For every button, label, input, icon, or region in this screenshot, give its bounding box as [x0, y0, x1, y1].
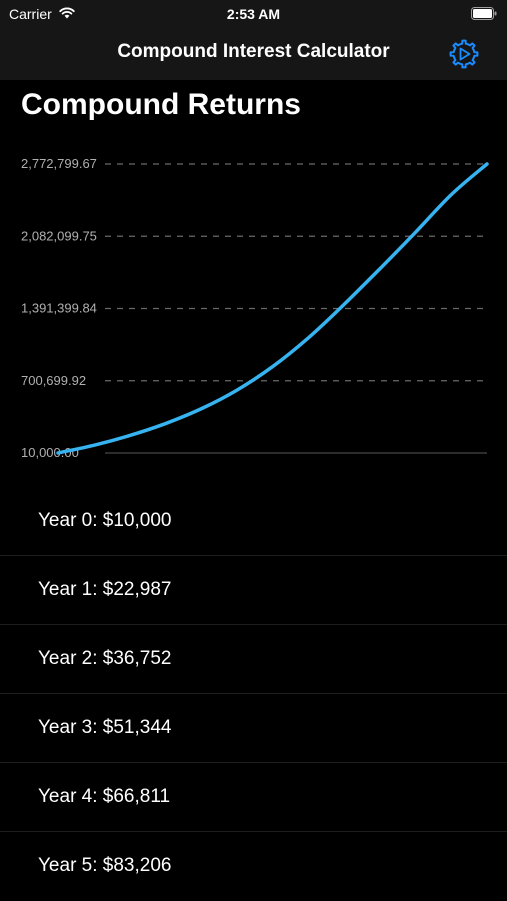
y-tick-label: 10,000.00: [21, 445, 79, 460]
year-label: Year 2: $36,752: [38, 648, 171, 670]
year-row-3[interactable]: Year 3: $51,344: [0, 694, 507, 763]
status-time: 2:53 AM: [0, 6, 507, 22]
status-bar: Carrier 2:53 AM: [0, 0, 507, 28]
year-label: Year 0: $10,000: [38, 510, 171, 532]
battery-icon: [471, 7, 497, 20]
y-tick-label: 2,082,099.75: [21, 228, 97, 243]
nav-title: Compound Interest Calculator: [0, 41, 507, 63]
year-label: Year 4: $66,811: [38, 786, 170, 808]
gear-icon: [447, 37, 481, 71]
y-tick-label: 700,699.92: [21, 373, 86, 388]
year-row-4[interactable]: Year 4: $66,811: [0, 763, 507, 832]
year-row-1[interactable]: Year 1: $22,987: [0, 556, 507, 625]
navigation-bar: Compound Interest Calculator: [0, 28, 507, 80]
year-list: Year 0: $10,000 Year 1: $22,987 Year 2: …: [0, 487, 507, 901]
year-row-2[interactable]: Year 2: $36,752: [0, 625, 507, 694]
settings-button[interactable]: [447, 37, 481, 71]
section-title: Compound Returns: [21, 88, 301, 122]
compound-returns-chart: 10,000.00 700,699.92 1,391,399.84 2,082,099…: [0, 140, 507, 480]
chart-canvas: 10,000.00 700,699.92 1,391,399.84 2,082,099…: [0, 140, 507, 480]
year-label: Year 1: $22,987: [38, 579, 171, 601]
year-row-0[interactable]: Year 0: $10,000: [0, 487, 507, 556]
year-label: Year 3: $51,344: [38, 717, 171, 739]
year-row-5[interactable]: Year 5: $83,206: [0, 832, 507, 901]
year-label: Year 5: $83,206: [38, 855, 171, 877]
y-tick-label: 1,391,399.84: [21, 301, 97, 316]
y-tick-label: 2,772,799.67: [21, 156, 97, 171]
